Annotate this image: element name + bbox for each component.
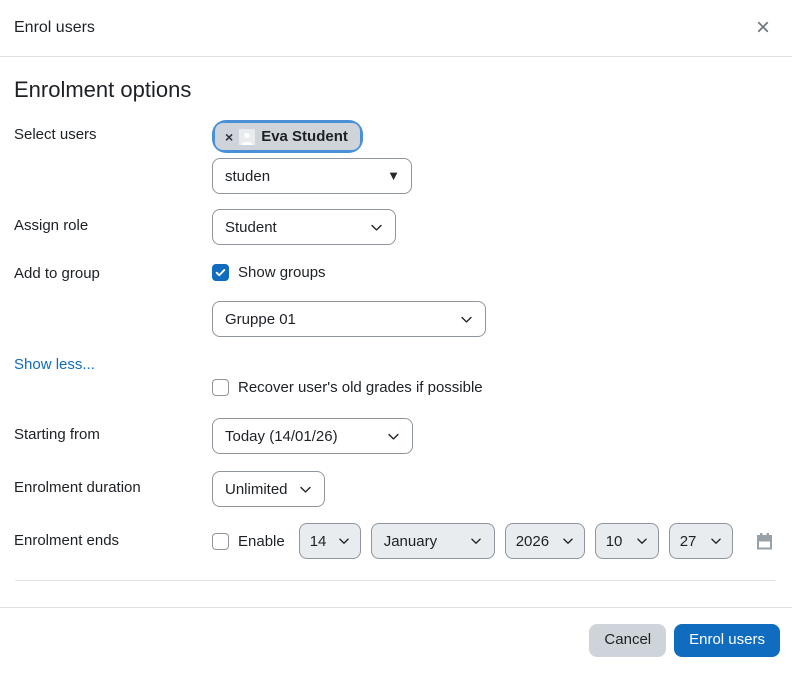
dropdown-arrow-icon[interactable]: ▼ [387, 168, 400, 184]
recover-grades-checkbox-row[interactable]: Recover user's old grades if possible [212, 379, 483, 396]
group-select-value: Gruppe 01 [225, 310, 296, 328]
person-icon [241, 132, 253, 145]
chevron-down-icon [387, 430, 400, 443]
end-hour-select[interactable]: 10 [594, 523, 659, 559]
form-row-showless-recover: Show less... Recover user's old grades i… [14, 356, 776, 401]
form-row-select-users: Select users × Eva Student studen ▼ [14, 120, 776, 194]
recover-grades-checkbox[interactable] [212, 379, 229, 396]
enrol-users-button[interactable]: Enrol users [674, 623, 780, 657]
enable-checkbox-row[interactable]: Enable [212, 532, 285, 550]
enrol-users-modal: Enrol users × Enrolment options Select u… [0, 0, 792, 674]
end-month-select[interactable]: January [370, 523, 495, 559]
add-to-group-label: Add to group [14, 265, 100, 282]
show-less-link[interactable]: Show less... [14, 356, 95, 373]
chevron-down-icon [562, 535, 574, 547]
chevron-down-icon [338, 535, 350, 547]
selected-user-tag-focus-ring: × Eva Student [215, 123, 360, 150]
end-minute-select[interactable]: 27 [668, 523, 733, 559]
modal-header: Enrol users × [0, 0, 792, 57]
close-icon[interactable]: × [750, 14, 776, 42]
chevron-down-icon [460, 313, 473, 326]
form-row-assign-role: Assign role Student [14, 209, 776, 245]
form-row-add-to-group: Add to group Show groups Gruppe 01 [14, 264, 776, 337]
assign-role-select[interactable]: Student [212, 209, 396, 245]
chevron-down-icon [299, 483, 312, 496]
group-select[interactable]: Gruppe 01 [212, 301, 486, 337]
enrolment-duration-label: Enrolment duration [14, 479, 141, 496]
section-heading: Enrolment options [14, 77, 192, 102]
starting-from-label: Starting from [14, 426, 100, 443]
end-day-value: 14 [309, 532, 327, 550]
show-groups-checkbox[interactable] [212, 264, 229, 281]
chevron-down-icon [370, 221, 383, 234]
select-users-label: Select users [14, 126, 97, 143]
form-divider [15, 580, 775, 581]
enrolment-ends-label: Enrolment ends [14, 532, 120, 549]
chevron-down-icon [710, 535, 722, 547]
end-year-select[interactable]: 2026 [504, 523, 585, 559]
user-avatar [239, 128, 256, 145]
cancel-button[interactable]: Cancel [589, 623, 667, 657]
end-day-select[interactable]: 14 [298, 523, 361, 559]
end-year-value: 2026 [515, 532, 550, 550]
enrolment-duration-value: Unlimited [225, 480, 288, 498]
form-row-enrolment-ends: Enrolment ends Enable 14 January 2026 10… [14, 523, 776, 559]
user-search-input[interactable] [212, 158, 412, 194]
modal-body: Enrolment options Select users × Eva Stu… [0, 57, 792, 583]
assign-role-label: Assign role [14, 217, 89, 234]
modal-title: Enrol users [14, 19, 95, 36]
starting-from-select[interactable]: Today (14/01/26) [212, 418, 413, 454]
user-search-box: ▼ [212, 158, 412, 194]
chevron-down-icon [470, 535, 482, 547]
checkmark-icon [215, 269, 226, 277]
chevron-down-icon [636, 535, 648, 547]
modal-footer: Cancel Enrol users [0, 607, 792, 674]
enable-label: Enable [238, 532, 285, 550]
form-row-starting-from: Starting from Today (14/01/26) [14, 418, 776, 454]
assign-role-value: Student [225, 218, 277, 236]
form-row-enrolment-duration: Enrolment duration Unlimited [14, 471, 776, 507]
remove-user-icon[interactable]: × [225, 129, 233, 145]
show-groups-checkbox-row[interactable]: Show groups [212, 264, 326, 281]
selected-user-name: Eva Student [261, 128, 348, 145]
end-month-value: January [383, 532, 438, 550]
show-groups-label: Show groups [238, 264, 326, 281]
selected-user-tag[interactable]: × Eva Student [215, 123, 360, 150]
end-hour-value: 10 [605, 532, 623, 550]
enrolment-duration-select[interactable]: Unlimited [212, 471, 325, 507]
enable-checkbox[interactable] [212, 532, 229, 550]
recover-grades-label: Recover user's old grades if possible [238, 379, 483, 396]
starting-from-value: Today (14/01/26) [225, 427, 338, 445]
calendar-icon[interactable] [755, 531, 774, 552]
end-minute-value: 27 [679, 532, 697, 550]
